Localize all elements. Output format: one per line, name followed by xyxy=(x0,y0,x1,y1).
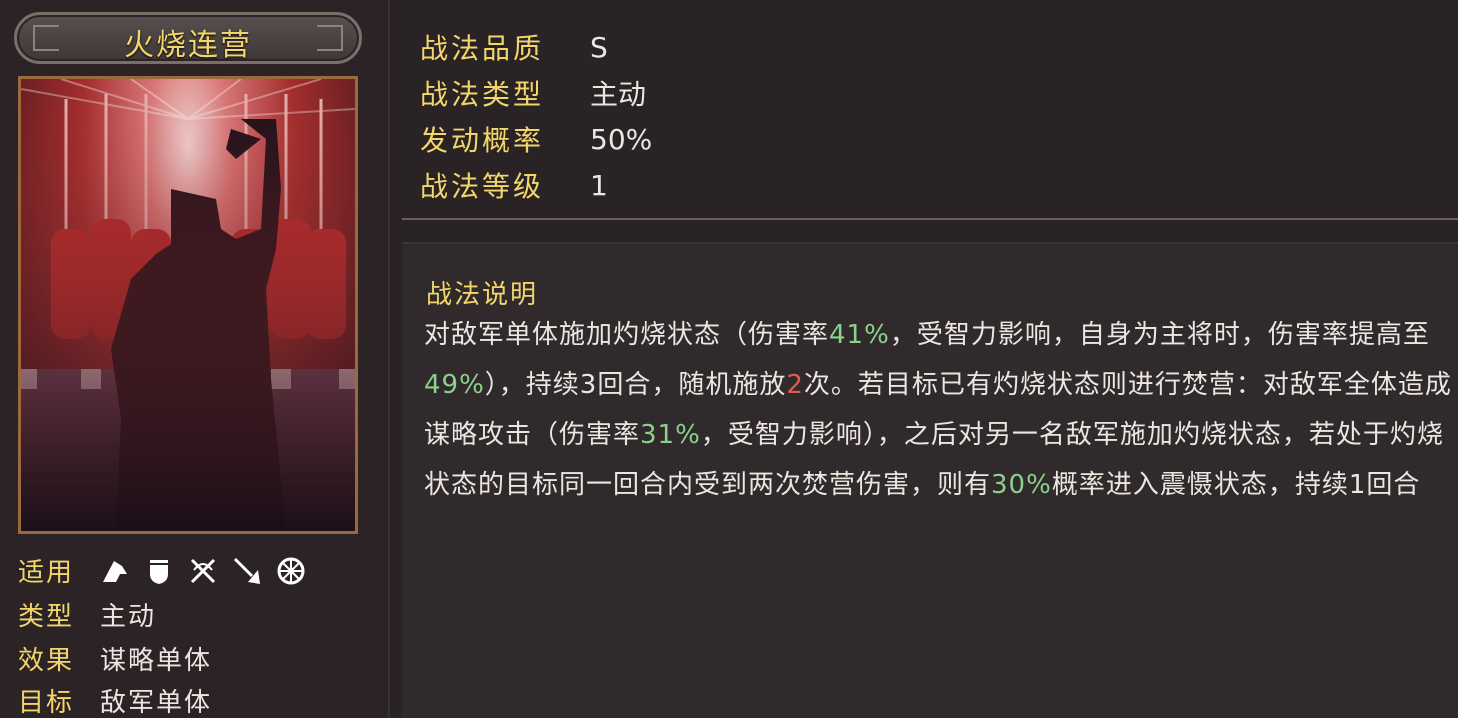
desc-highlight-red: 2 xyxy=(786,370,804,400)
stat-level-value: 1 xyxy=(590,168,608,202)
target-row: 目标 敌军单体 xyxy=(18,682,212,718)
desc-text: ，受智力影响，自身为主将时，伤害率提高至 xyxy=(889,320,1430,350)
skill-card-art xyxy=(18,76,358,534)
spear-icon xyxy=(232,556,262,586)
effect-label: 效果 xyxy=(18,646,75,676)
desc-highlight: 49% xyxy=(424,370,485,400)
desc-highlight: 31% xyxy=(640,420,701,450)
desc-highlight: 41% xyxy=(829,320,890,350)
skill-name-plate: 火烧连营 xyxy=(14,12,362,64)
type-label: 类型 xyxy=(18,602,75,632)
stat-quality-value: S xyxy=(590,30,608,64)
effect-row: 效果 谋略单体 xyxy=(18,640,212,677)
description-title: 战法说明 xyxy=(426,280,539,310)
stat-quality: 战法品质 S xyxy=(420,24,652,70)
stat-type: 战法类型 主动 xyxy=(420,70,652,116)
target-label: 目标 xyxy=(18,688,75,718)
stat-level: 战法等级 1 xyxy=(420,162,652,208)
skill-art-illustration xyxy=(21,79,355,531)
stat-type-label: 战法类型 xyxy=(420,78,545,111)
stat-type-value: 主动 xyxy=(590,78,647,111)
desc-text: ），持续3回合，随机施放 xyxy=(484,370,787,400)
desc-highlight: 30% xyxy=(991,470,1052,500)
cavalry-icon xyxy=(100,556,130,586)
stat-rate-value: 50% xyxy=(590,122,653,156)
target-value: 敌军单体 xyxy=(100,688,213,718)
applicable-row: 适用 xyxy=(18,552,306,589)
applicable-icons xyxy=(100,556,306,586)
type-row: 类型 主动 xyxy=(18,596,156,633)
stat-rate: 发动概率 50% xyxy=(420,116,652,162)
stat-level-label: 战法等级 xyxy=(420,170,545,203)
description-panel: 战法说明 对敌军单体施加灼烧状态（伤害率41%，受智力影响，自身为主将时，伤害率… xyxy=(402,242,1458,718)
section-divider xyxy=(402,218,1458,220)
desc-text: 概率进入震慑状态，持续1回合 xyxy=(1051,470,1421,500)
type-value: 主动 xyxy=(100,602,157,632)
applicable-label: 适用 xyxy=(18,558,75,588)
crossbow-icon xyxy=(188,556,218,586)
skill-name: 火烧连营 xyxy=(124,28,252,63)
skill-sidebar: 火烧连营 适用 类型 主动 效果 谋略单体 目标 敌军单体 xyxy=(0,0,390,718)
stat-quality-label: 战法品质 xyxy=(420,32,545,65)
effect-value: 谋略单体 xyxy=(100,646,213,676)
wheel-icon xyxy=(276,556,306,586)
skill-stats: 战法品质 S 战法类型 主动 发动概率 50% 战法等级 1 xyxy=(420,24,652,208)
stat-rate-label: 发动概率 xyxy=(420,124,545,157)
shield-icon xyxy=(144,556,174,586)
description-body: 对敌军单体施加灼烧状态（伤害率41%，受智力影响，自身为主将时，伤害率提高至 49… xyxy=(424,310,1454,510)
desc-text: 对敌军单体施加灼烧状态（伤害率 xyxy=(424,320,830,350)
